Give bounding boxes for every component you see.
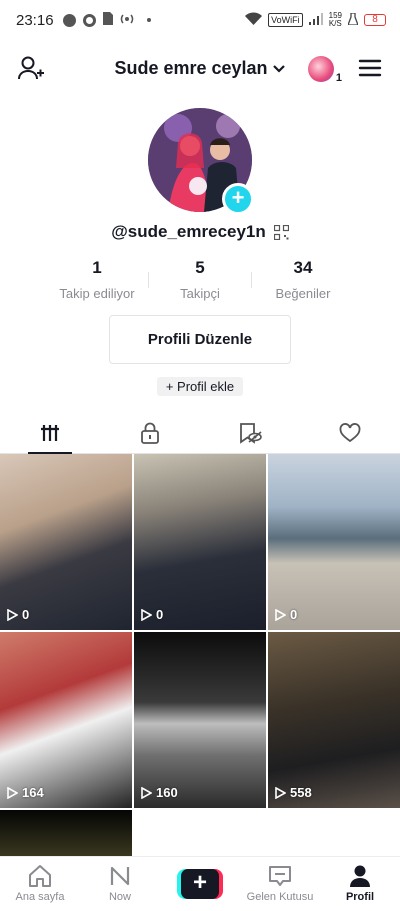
followers-count: 5 — [195, 258, 205, 277]
view-count-value: 558 — [290, 785, 312, 800]
username-row: @sude_emrecey1n — [0, 222, 400, 242]
file-icon — [102, 11, 113, 29]
tab-saved[interactable] — [200, 412, 300, 453]
add-photo-button[interactable]: + — [222, 183, 254, 215]
nav-profile[interactable]: Profil — [320, 857, 400, 911]
view-count: 164 — [7, 785, 44, 800]
account-count: 1 — [335, 72, 342, 84]
profile-stats: 1 Takip ediliyor 5 Takipçi 34 Beğeniler — [0, 258, 400, 301]
lock-icon — [141, 422, 159, 444]
heart-icon — [339, 422, 361, 442]
plus-icon: + — [181, 869, 219, 899]
battery-indicator: 8 — [364, 14, 386, 26]
nav-create[interactable]: + — [160, 857, 240, 911]
view-count-value: 164 — [22, 785, 44, 800]
view-count-value: 160 — [156, 785, 178, 800]
divider — [148, 272, 149, 288]
video-thumbnail[interactable]: 0 — [0, 454, 132, 630]
view-count: 160 — [141, 785, 178, 800]
status-right: VoWiFi 159 K/S 8 — [245, 12, 386, 28]
avatar — [308, 56, 334, 82]
top-bar: Sude emre ceylan 1 — [0, 48, 400, 92]
following-label: Takip ediliyor — [59, 286, 135, 301]
bottom-nav: Ana sayfa Now + Gelen Kutusu Profil — [0, 856, 400, 911]
vowifi-badge: VoWiFi — [268, 13, 303, 27]
nav-inbox[interactable]: Gelen Kutusu — [240, 857, 320, 911]
inbox-icon — [269, 866, 291, 886]
following-count: 1 — [92, 258, 102, 277]
likes-label: Beğeniler — [275, 286, 331, 301]
view-count-value: 0 — [22, 607, 30, 622]
qr-code-icon[interactable] — [273, 224, 289, 240]
nav-now-label: Now — [108, 891, 131, 903]
status-left: 23:16 — [16, 11, 151, 29]
video-thumbnail[interactable]: 558 — [268, 632, 400, 808]
nav-inbox-label: Gelen Kutusu — [246, 891, 314, 903]
speed-unit: K/S — [328, 19, 342, 28]
play-icon — [141, 608, 152, 621]
more-notifications-icon — [146, 18, 151, 22]
divider — [251, 272, 252, 288]
view-count: 0 — [7, 607, 29, 622]
view-count-value: 0 — [290, 607, 298, 622]
hamburger-menu-icon — [358, 59, 382, 77]
menu-button[interactable] — [358, 56, 382, 80]
video-thumbnail[interactable]: 0 — [268, 454, 400, 630]
nav-now[interactable]: Now — [80, 857, 160, 911]
video-thumbnail[interactable]: 0 — [134, 454, 266, 630]
now-icon — [110, 866, 130, 886]
video-thumbnail[interactable]: 164 — [0, 632, 132, 808]
stat-followers[interactable]: 5 Takipçi — [155, 258, 245, 301]
hotspot-icon — [120, 12, 134, 29]
likes-count: 34 — [293, 258, 313, 277]
notification-icon — [62, 13, 76, 27]
tab-liked[interactable] — [300, 412, 400, 453]
add-profile-info-button[interactable]: + Profil ekle — [157, 377, 243, 396]
status-bar: 23:16 VoWiFi 159 K/S 8 — [0, 0, 400, 40]
stat-following[interactable]: 1 Takip ediliyor — [52, 258, 142, 301]
nav-home-label: Ana sayfa — [15, 891, 65, 903]
sync-icon — [82, 13, 96, 27]
play-icon — [275, 608, 286, 621]
tab-private[interactable] — [100, 412, 200, 453]
tab-videos[interactable] — [0, 412, 100, 454]
stat-likes[interactable]: 34 Beğeniler — [258, 258, 348, 301]
play-icon — [7, 608, 18, 621]
grid-icon — [41, 424, 59, 441]
play-icon — [141, 786, 152, 799]
username: @sude_emrecey1n — [111, 222, 266, 241]
view-count: 0 — [141, 607, 163, 622]
signal-icon — [308, 12, 323, 28]
play-icon — [275, 786, 286, 799]
page-title: Sude emre ceylan — [114, 58, 268, 78]
view-count: 0 — [275, 607, 297, 622]
flask-icon — [347, 11, 359, 28]
bookmark-eye-icon — [240, 422, 262, 444]
view-count: 558 — [275, 785, 312, 800]
view-count-value: 0 — [156, 607, 164, 622]
account-selector[interactable]: Sude emre ceylan — [114, 58, 285, 79]
network-speed: 159 K/S — [329, 12, 342, 28]
video-thumbnail[interactable] — [0, 810, 132, 858]
play-icon — [7, 786, 18, 799]
wifi-icon — [245, 12, 263, 28]
chevron-down-icon — [272, 64, 285, 73]
account-switcher[interactable]: 1 — [308, 54, 342, 84]
video-thumbnail[interactable]: 160 — [134, 632, 266, 808]
followers-label: Takipçi — [180, 286, 220, 301]
status-time: 23:16 — [16, 11, 54, 29]
home-icon — [29, 865, 51, 887]
profile-icon — [350, 865, 370, 887]
video-grid: 0 0 0 164 160 558 — [0, 454, 400, 858]
nav-home[interactable]: Ana sayfa — [0, 857, 80, 911]
username-wrap: @sude_emrecey1n — [111, 222, 289, 242]
edit-profile-button[interactable]: Profili Düzenle — [109, 315, 291, 364]
profile-tabs — [0, 412, 400, 454]
create-button[interactable]: + — [177, 869, 223, 899]
nav-profile-label: Profil — [345, 891, 375, 903]
